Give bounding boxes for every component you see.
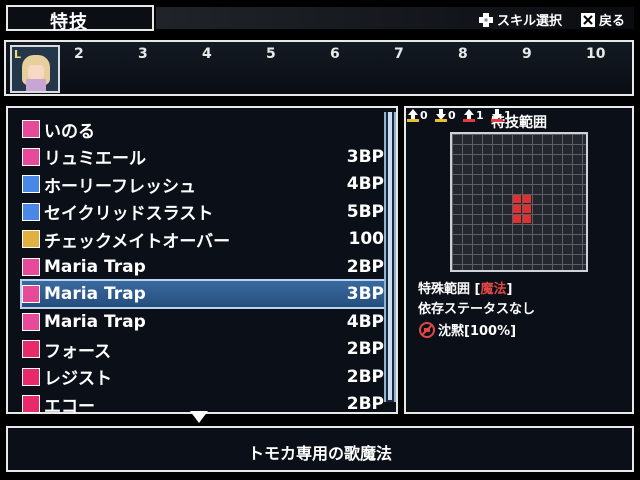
modifier-item: 0: [434, 108, 456, 122]
special-range-label: 特殊範囲 [: [418, 282, 481, 297]
special-range-line: 特殊範囲 [魔法]: [418, 278, 512, 297]
screen-title-box: 特技: [6, 5, 154, 33]
modifier-item: 0: [406, 108, 428, 122]
skill-name: いのる: [44, 121, 95, 142]
party-bar: L 2 3 4 5 6 7 8 9 10: [4, 40, 634, 96]
skill-name: リュミエール: [44, 149, 146, 169]
note-double-icon: [22, 312, 40, 331]
stat-up-icon: [407, 109, 419, 122]
skill-row[interactable]: ホーリーフレッシュ 4BP: [22, 171, 384, 197]
effect-text: 沈黙[100%]: [438, 324, 517, 339]
range-cell: [523, 205, 531, 213]
skill-cost: 100: [348, 229, 385, 249]
skill-row[interactable]: いのる: [22, 116, 384, 142]
modifier-value: 1: [476, 108, 484, 122]
scrollbar-thumb[interactable]: [388, 112, 392, 400]
dpad-icon: [479, 12, 493, 27]
prayer-icon: [22, 120, 40, 138]
skill-name: Maria Trap: [44, 256, 146, 277]
note-plus-icon: [22, 285, 40, 303]
party-slot-3[interactable]: 3: [138, 46, 148, 62]
skill-range-panel: 特技範囲 0011 特殊範囲 [魔法] 依存ステータスなし 沈黙[100%]: [404, 106, 634, 414]
silence-icon: [419, 321, 435, 338]
skill-cost: 2BP: [346, 366, 384, 387]
note-icon: [22, 257, 40, 276]
skill-name: フォース: [44, 341, 112, 362]
skill-row[interactable]: チェックメイトオーバー 100: [22, 226, 384, 252]
range-cell: [523, 195, 531, 203]
hint-back[interactable]: 戻る: [580, 10, 625, 29]
holy-spell-icon: [22, 175, 40, 193]
skill-name: エコー: [44, 396, 95, 417]
modifier-value: 0: [448, 108, 456, 122]
party-slot-4[interactable]: 4: [202, 46, 212, 62]
screen-title: 特技: [50, 12, 88, 33]
vo-echo-icon: [22, 395, 40, 413]
portrait-face: [28, 65, 44, 79]
skill-row[interactable]: リュミエール 3BP: [22, 144, 384, 170]
skill-cost: 3BP: [346, 146, 384, 167]
special-range-close: ]: [506, 282, 513, 297]
portrait-body: [26, 79, 46, 91]
skill-list-panel: いのるリュミエール 3BP ホーリーフレッシュ 4BP セイクリッドスラスト 5BP チェッ…: [6, 106, 398, 417]
vo-resist-icon: [22, 367, 40, 386]
party-slot-10[interactable]: 10: [586, 46, 605, 62]
skill-name: チェックメイトオーバー: [44, 231, 231, 252]
skill-row[interactable]: Maria Trap 2BP: [22, 254, 384, 280]
skill-name: ホーリーフレッシュ: [44, 176, 196, 197]
skill-name: セイクリッドスラスト: [44, 204, 214, 224]
hint-skill-select-label: スキル選択: [497, 14, 563, 29]
range-cell: [513, 195, 521, 203]
skill-description: トモカ専用の歌魔法: [247, 444, 392, 463]
skill-description-panel: トモカ専用の歌魔法: [6, 426, 634, 472]
skill-list-scrollbar[interactable]: [384, 112, 396, 402]
skill-cost: 2BP: [346, 394, 384, 414]
checkmate-icon: [22, 230, 40, 248]
thrust-icon: [22, 202, 40, 221]
party-slot-7[interactable]: 7: [394, 46, 404, 62]
range-cell: [523, 215, 531, 223]
top-bar: [156, 7, 634, 29]
stat-up-icon: [463, 109, 475, 122]
skill-cost: 5BP: [346, 201, 384, 222]
skill-cost: 2BP: [346, 256, 384, 277]
stat-down-icon: [491, 109, 503, 122]
skill-cost: 3BP: [346, 284, 384, 304]
hint-skill-select[interactable]: スキル選択: [478, 10, 562, 29]
dependency-text: 依存ステータスなし: [418, 302, 536, 317]
stat-down-icon: [435, 109, 447, 122]
skill-row-selected[interactable]: Maria Trap 3BP: [20, 279, 386, 309]
range-cell: [513, 205, 521, 213]
effect-line: 沈黙[100%]: [418, 320, 516, 339]
skill-row[interactable]: フォース 2BP: [22, 336, 384, 362]
modifier-item: 1: [490, 108, 512, 122]
skill-row[interactable]: Maria Trap 4BP: [22, 309, 384, 335]
hint-back-label: 戻る: [599, 14, 626, 29]
level-badge: L: [14, 48, 22, 61]
special-range-value: 魔法: [480, 282, 507, 297]
skill-row[interactable]: レジスト 2BP: [22, 364, 384, 390]
range-cell: [513, 215, 521, 223]
range-grid: [450, 132, 588, 272]
skill-name: Maria Trap: [44, 284, 146, 304]
skill-cost: 4BP: [346, 174, 384, 194]
skill-row[interactable]: セイクリッドスラスト 5BP: [22, 199, 384, 225]
party-slot-5[interactable]: 5: [266, 46, 276, 62]
modifier-value: 0: [420, 108, 428, 122]
modifier-item: 1: [462, 108, 484, 122]
modifier-value: 1: [504, 108, 512, 122]
light-spell-icon: [22, 147, 40, 166]
skill-cost: 4BP: [346, 311, 384, 332]
party-slot-6[interactable]: 6: [330, 46, 340, 62]
party-slot-8[interactable]: 8: [458, 46, 468, 62]
party-slot-2[interactable]: 2: [74, 46, 84, 62]
vo-force-icon: [22, 340, 40, 358]
party-slot-9[interactable]: 9: [522, 46, 532, 62]
scroll-down-arrow-icon: [190, 411, 208, 423]
party-portrait-1[interactable]: L: [10, 45, 60, 93]
skill-name: Maria Trap: [44, 311, 146, 332]
skill-name: レジスト: [44, 369, 112, 389]
cancel-key-icon: [581, 12, 595, 27]
skill-cost: 2BP: [346, 339, 384, 359]
